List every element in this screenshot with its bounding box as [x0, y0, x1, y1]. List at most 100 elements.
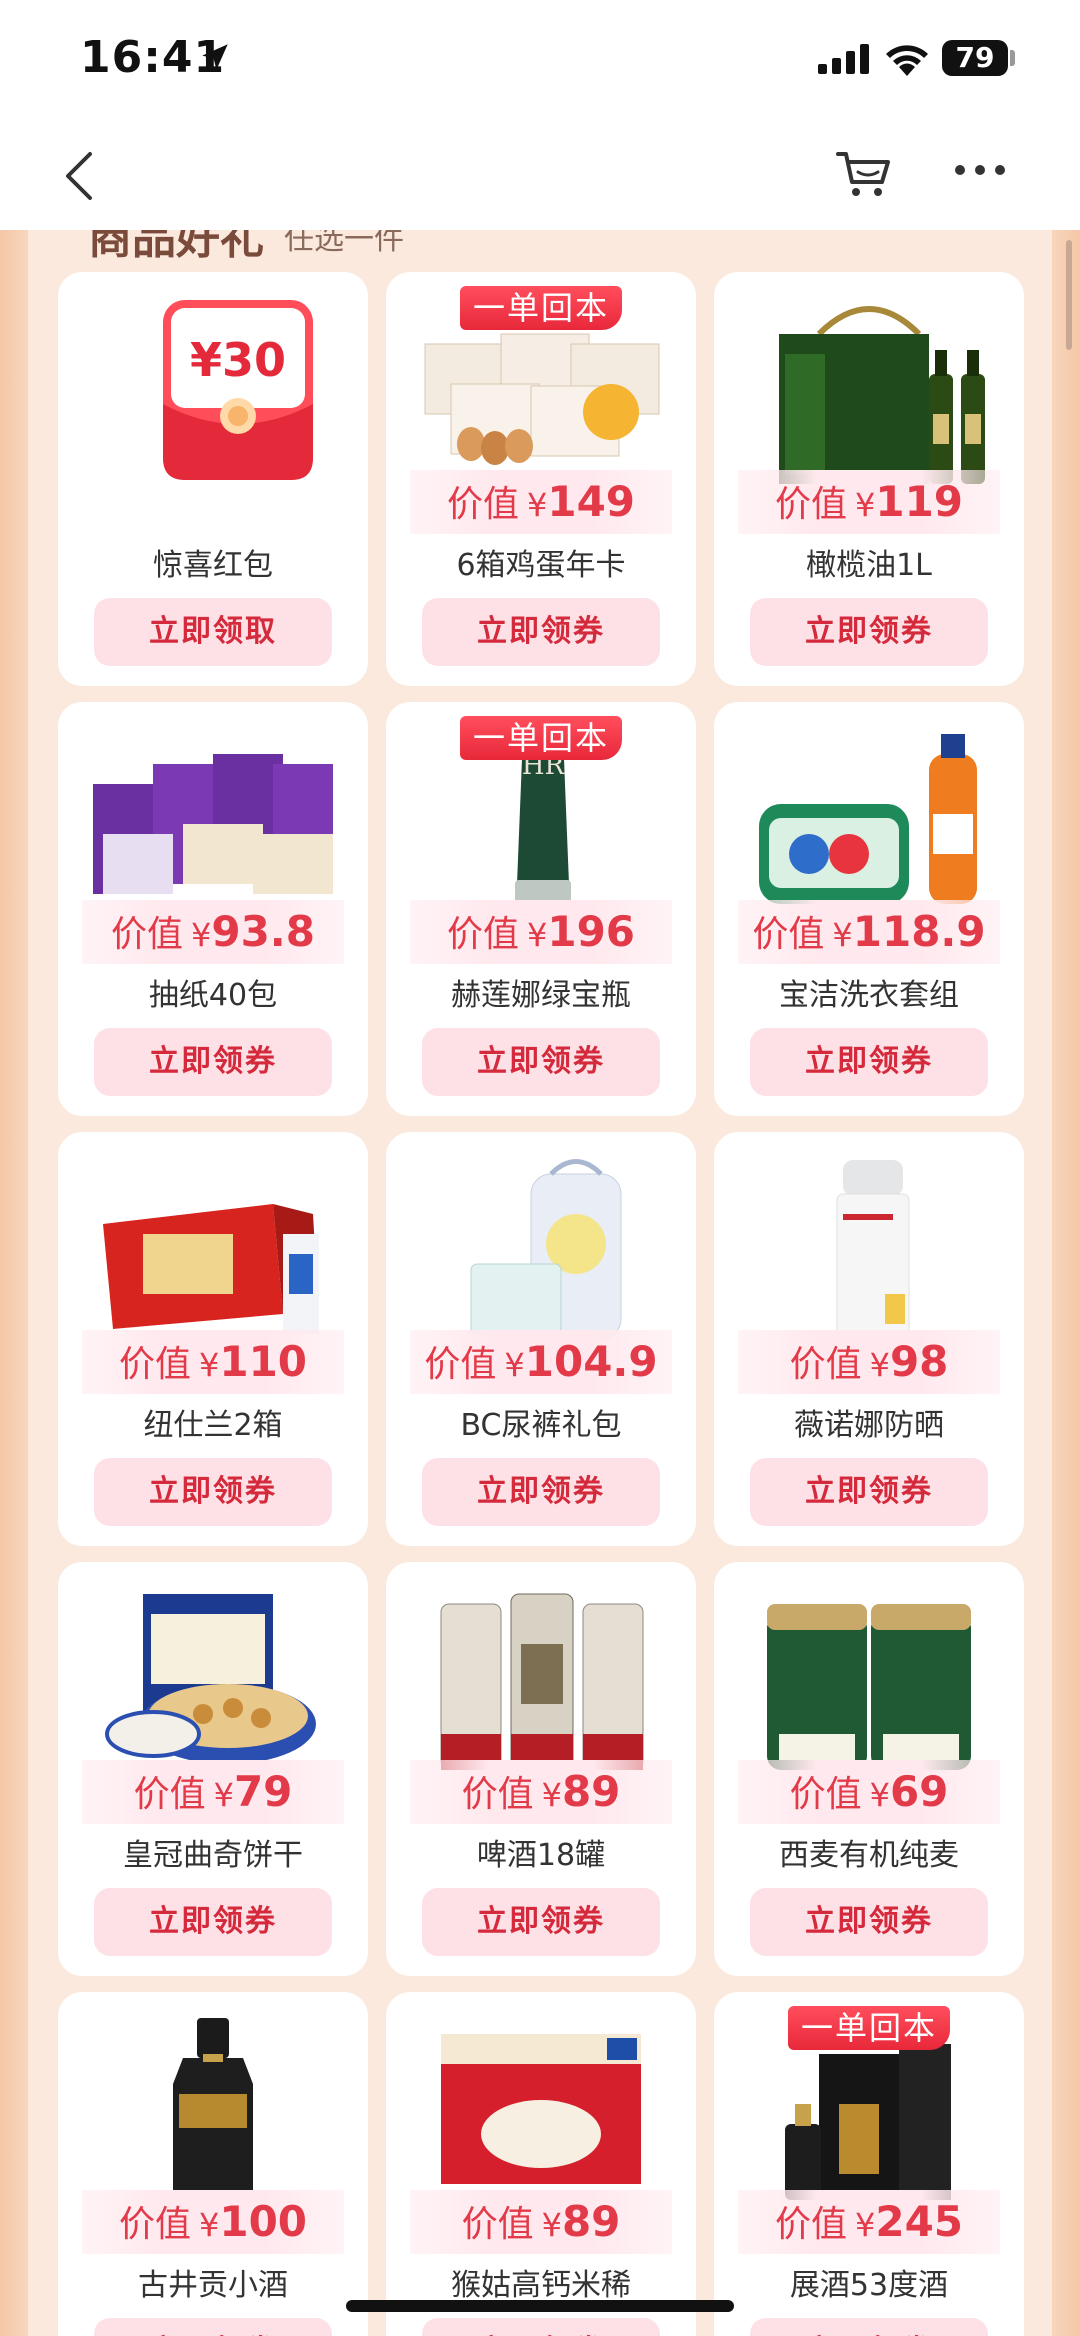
product-image[interactable] — [739, 1584, 999, 1774]
scrollbar-thumb[interactable] — [1066, 240, 1072, 350]
price-tag: 价值 ¥149 — [410, 470, 672, 534]
price-value: 118.9 — [852, 907, 986, 956]
battery-tip — [1010, 50, 1015, 66]
product-card[interactable]: 价值 ¥118.9 宝洁洗衣套组立即领券 — [714, 702, 1024, 1116]
battery-indicator: 79 — [942, 40, 1008, 76]
claim-coupon-button[interactable]: 立即领券 — [94, 2318, 332, 2336]
currency-symbol: ¥ — [191, 916, 212, 954]
claim-coupon-button[interactable]: 立即领券 — [94, 1888, 332, 1956]
product-name: BC尿裤礼包 — [460, 1408, 622, 1443]
price-prefix: 价值 — [774, 484, 847, 525]
product-name: 薇诺娜防晒 — [794, 1408, 944, 1443]
product-image[interactable] — [411, 1154, 671, 1344]
currency-symbol: ¥ — [198, 2206, 220, 2244]
currency-symbol: ¥ — [541, 1776, 562, 1814]
price-value: 93.8 — [211, 907, 315, 956]
product-image[interactable] — [83, 2014, 343, 2204]
product-card[interactable]: 价值 ¥119 橄榄油1L 立即领券 — [714, 272, 1024, 686]
product-image[interactable]: ¥30 — [83, 294, 343, 484]
price-value: 119 — [875, 477, 964, 526]
product-name: 赫莲娜绿宝瓶 — [451, 978, 631, 1013]
product-card[interactable]: 价值 ¥93.8 抽纸40包 立即领券 — [58, 702, 368, 1116]
price-value: 79 — [233, 1767, 293, 1816]
currency-symbol: ¥ — [832, 916, 853, 954]
product-card[interactable]: 价值 ¥69 西麦有机纯麦立即领券 — [714, 1562, 1024, 1976]
product-name: 纽仕兰2箱 — [143, 1408, 283, 1443]
claim-coupon-button[interactable]: 立即领券 — [750, 598, 988, 666]
currency-symbol: ¥ — [854, 486, 876, 524]
currency-symbol: ¥ — [869, 1346, 890, 1384]
price-tag: 价值 ¥89 — [410, 1760, 672, 1824]
product-name: 惊喜红包 — [153, 548, 273, 583]
product-name: 橄榄油1L — [806, 548, 932, 583]
product-name: 猴姑高钙米稀 — [451, 2268, 631, 2303]
price-tag: 价值 ¥118.9 — [738, 900, 1000, 964]
claim-coupon-button[interactable]: 立即领券 — [750, 1028, 988, 1096]
section-subtitle: 任选一件 — [284, 230, 404, 257]
product-card[interactable]: 价值¥100 古井贡小酒立即领券 — [58, 1992, 368, 2336]
back-arrow-icon[interactable] — [52, 146, 112, 206]
product-card[interactable]: 价值 ¥104.9 BC尿裤礼包 立即领券 — [386, 1132, 696, 1546]
product-name: 皇冠曲奇饼干 — [123, 1838, 303, 1873]
price-tag: 价值 ¥69 — [738, 1760, 1000, 1824]
currency-symbol: ¥ — [854, 2206, 876, 2244]
product-card[interactable]: 价值 ¥110 纽仕兰2箱立即领券 — [58, 1132, 368, 1546]
product-card[interactable]: ¥30 惊喜红包立即领取 — [58, 272, 368, 686]
price-prefix: 价值 — [118, 1344, 191, 1385]
price-value: 89 — [561, 1767, 621, 1816]
product-image[interactable] — [739, 294, 999, 484]
claim-coupon-button[interactable]: 立即领券 — [422, 1458, 660, 1526]
price-value: 69 — [889, 1767, 949, 1816]
claim-coupon-button[interactable]: 立即领券 — [422, 2318, 660, 2336]
claim-coupon-button[interactable]: 立即领券 — [94, 1028, 332, 1096]
product-card[interactable]: 一单回本价值¥245 展酒53度酒立即领券 — [714, 1992, 1024, 2336]
price-prefix: 价值 — [461, 2204, 534, 2245]
price-prefix: 价值 — [446, 484, 519, 525]
currency-symbol: ¥ — [213, 1776, 234, 1814]
product-card[interactable]: 价值 ¥98 薇诺娜防晒立即领券 — [714, 1132, 1024, 1546]
price-tag: 价值 ¥79 — [82, 1760, 344, 1824]
product-image[interactable] — [83, 1154, 343, 1344]
product-image[interactable] — [83, 724, 343, 914]
price-value: 110 — [219, 1337, 308, 1386]
product-card[interactable]: HR 一单回本 价值 ¥196 赫莲娜绿宝瓶 立即领券 — [386, 702, 696, 1116]
claim-coupon-button[interactable]: 立即领券 — [750, 1888, 988, 1956]
claim-coupon-button[interactable]: 立即领券 — [422, 598, 660, 666]
more-options-icon[interactable] — [950, 150, 1010, 190]
product-name: 抽纸40包 — [148, 978, 278, 1013]
product-name: 宝洁洗衣套组 — [779, 978, 959, 1013]
claim-coupon-button[interactable]: 立即领券 — [422, 1028, 660, 1096]
page-content: 商品好礼 任选一件 ¥30 惊喜红包立即领取 一单回本 价值 ¥149 6箱鸡蛋年卡 立即… — [0, 230, 1080, 2336]
product-image[interactable] — [739, 724, 999, 914]
section-title: 商品好礼 — [88, 230, 264, 264]
price-tag: 价值 ¥110 — [82, 1330, 344, 1394]
product-image[interactable] — [83, 1584, 343, 1774]
price-tag: 价值 ¥98 — [738, 1330, 1000, 1394]
claim-coupon-button[interactable]: 立即领券 — [750, 2318, 988, 2336]
price-prefix: 价值 — [789, 1344, 862, 1385]
product-card[interactable]: 一单回本 价值 ¥149 6箱鸡蛋年卡 立即领券 — [386, 272, 696, 686]
price-value: 196 — [547, 907, 636, 956]
product-image[interactable] — [739, 1154, 999, 1344]
home-indicator[interactable] — [346, 2300, 734, 2312]
product-card[interactable]: 价值 ¥89 啤酒18罐 立即领券 — [386, 1562, 696, 1976]
price-prefix: 价值 — [461, 1774, 534, 1815]
product-name: 古井贡小酒 — [138, 2268, 288, 2303]
price-prefix: 价值 — [118, 2204, 191, 2245]
product-name: 西麦有机纯麦 — [779, 1838, 959, 1873]
claim-coupon-button[interactable]: 立即领券 — [750, 1458, 988, 1526]
price-value: 100 — [219, 2197, 308, 2246]
price-tag: 价值 ¥119 — [738, 470, 1000, 534]
claim-coupon-button[interactable]: 立即领券 — [94, 1458, 332, 1526]
product-image[interactable] — [411, 2014, 671, 2204]
product-card[interactable]: 价值¥89 猴姑高钙米稀立即领券 — [386, 1992, 696, 2336]
currency-symbol: ¥ — [526, 486, 548, 524]
currency-symbol: ¥ — [869, 1776, 890, 1814]
price-tag: 价值 ¥245 — [738, 2190, 1000, 2254]
product-image[interactable] — [411, 1584, 671, 1774]
claim-button[interactable]: 立即领取 — [94, 598, 332, 666]
shopping-cart-icon[interactable] — [832, 140, 896, 204]
product-card[interactable]: 价值 ¥79 皇冠曲奇饼干立即领券 — [58, 1562, 368, 1976]
product-name: 展酒53度酒 — [789, 2268, 949, 2303]
claim-coupon-button[interactable]: 立即领券 — [422, 1888, 660, 1956]
